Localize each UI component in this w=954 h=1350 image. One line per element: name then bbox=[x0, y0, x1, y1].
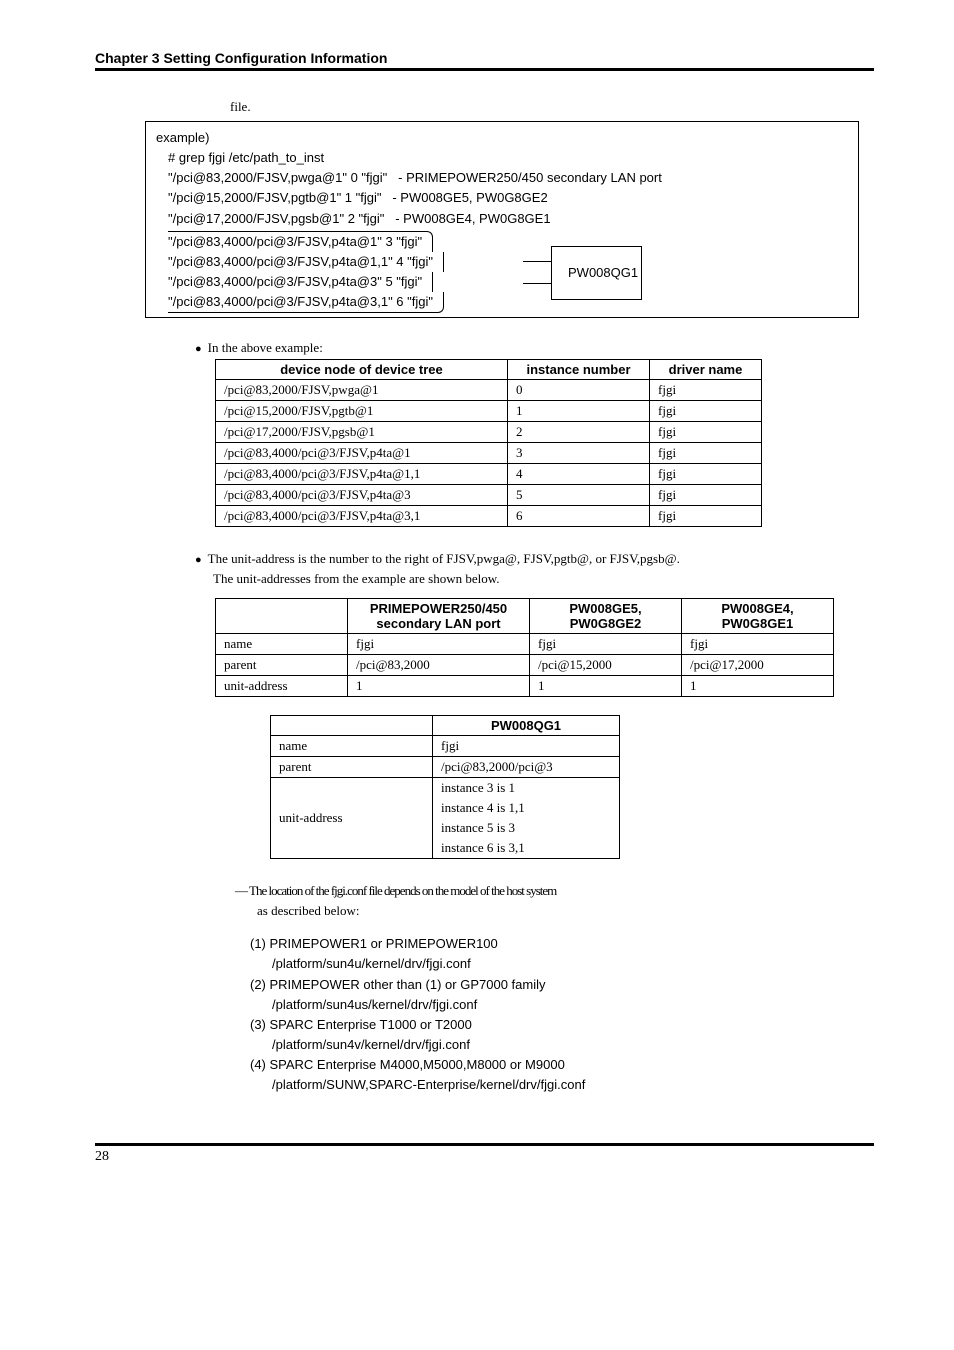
conf-item: (3) SPARC Enterprise T1000 or T2000 bbox=[250, 1015, 874, 1035]
cell: parent bbox=[271, 757, 433, 778]
connector-line bbox=[523, 261, 551, 262]
cell: 6 bbox=[508, 506, 650, 527]
cell: unit-address bbox=[216, 676, 348, 697]
col-header: PW008GE5, PW0G8GE2 bbox=[530, 599, 682, 634]
cell: fjgi bbox=[650, 485, 762, 506]
conf-path: /platform/sun4v/kernel/drv/fjgi.conf bbox=[272, 1035, 874, 1055]
cell: parent bbox=[216, 655, 348, 676]
bracket-row: "/pci@83,4000/pci@3/FJSV,p4ta@1,1" 4 "fj… bbox=[168, 254, 433, 269]
bracket-label: PW008QG1 bbox=[568, 263, 638, 283]
example-box: example) # grep fjgi /etc/path_to_inst "… bbox=[145, 121, 859, 318]
example-title: example) bbox=[156, 128, 848, 148]
feature-table-1: PRIMEPOWER250/450 secondary LAN port PW0… bbox=[215, 598, 834, 697]
device-tree-table: device node of device tree instance numb… bbox=[215, 359, 762, 527]
feature-table-2: PW008QG1 namefjgi parent/pci@83,2000/pci… bbox=[270, 715, 620, 859]
cell: fjgi bbox=[530, 634, 682, 655]
cell: /pci@83,2000/FJSV,pwga@1 bbox=[216, 380, 508, 401]
cell: unit-address bbox=[271, 778, 433, 859]
cell: name bbox=[216, 634, 348, 655]
chapter-title: Chapter 3 Setting Configuration Informat… bbox=[95, 50, 874, 66]
path-row: "/pci@17,2000/FJSV,pgsb@1" 2 "fjgi" - PW… bbox=[168, 209, 848, 229]
cell: instance 3 is 1 bbox=[433, 778, 620, 799]
col-header-blank bbox=[271, 716, 433, 736]
col-header: instance number bbox=[508, 360, 650, 380]
cell: fjgi bbox=[650, 464, 762, 485]
cell: instance 5 is 3 bbox=[433, 818, 620, 838]
cell: 5 bbox=[508, 485, 650, 506]
unit-address-paragraph: ●The unit-address is the number to the r… bbox=[195, 549, 844, 588]
cell: /pci@15,2000 bbox=[530, 655, 682, 676]
col-header: PW008QG1 bbox=[433, 716, 620, 736]
header-rule bbox=[95, 68, 874, 71]
cell: /pci@17,2000 bbox=[682, 655, 834, 676]
cell: 2 bbox=[508, 422, 650, 443]
cell: name bbox=[271, 736, 433, 757]
cell: fjgi bbox=[650, 380, 762, 401]
cell: 4 bbox=[508, 464, 650, 485]
cell: fjgi bbox=[650, 443, 762, 464]
cell: fjgi bbox=[650, 401, 762, 422]
bracket-row: "/pci@83,4000/pci@3/FJSV,p4ta@3" 5 "fjgi… bbox=[168, 274, 422, 289]
cell: /pci@83,4000/pci@3/FJSV,p4ta@1 bbox=[216, 443, 508, 464]
page-footer: 28 bbox=[95, 1143, 874, 1165]
conf-item: (1) PRIMEPOWER1 or PRIMEPOWER100 bbox=[250, 934, 874, 954]
cell: /pci@83,4000/pci@3/FJSV,p4ta@1,1 bbox=[216, 464, 508, 485]
conf-path: /platform/sun4u/kernel/drv/fjgi.conf bbox=[272, 954, 874, 974]
cell: 1 bbox=[682, 676, 834, 697]
cell: /pci@17,2000/FJSV,pgsb@1 bbox=[216, 422, 508, 443]
col-header: driver name bbox=[650, 360, 762, 380]
path-row: "/pci@83,2000/FJSV,pwga@1" 0 "fjgi" - PR… bbox=[168, 168, 848, 188]
cell: fjgi bbox=[650, 506, 762, 527]
cell: 1 bbox=[348, 676, 530, 697]
cell: fjgi bbox=[433, 736, 620, 757]
col-header-blank bbox=[216, 599, 348, 634]
col-header: PRIMEPOWER250/450 secondary LAN port bbox=[348, 599, 530, 634]
cell: instance 4 is 1,1 bbox=[433, 798, 620, 818]
cell: fjgi bbox=[682, 634, 834, 655]
cell: 1 bbox=[508, 401, 650, 422]
path-row: "/pci@15,2000/FJSV,pgtb@1" 1 "fjgi" - PW… bbox=[168, 188, 848, 208]
bracket-row: "/pci@83,4000/pci@3/FJSV,p4ta@1" 3 "fjgi… bbox=[168, 234, 422, 249]
cell: instance 6 is 3,1 bbox=[433, 838, 620, 859]
location-note: ― The location of the fjgi.conf file dep… bbox=[235, 881, 814, 920]
bracket-row: "/pci@83,4000/pci@3/FJSV,p4ta@3,1" 6 "fj… bbox=[168, 294, 433, 309]
col-header: device node of device tree bbox=[216, 360, 508, 380]
conf-path: /platform/SUNW,SPARC-Enterprise/kernel/d… bbox=[272, 1075, 874, 1095]
conf-list: (1) PRIMEPOWER1 or PRIMEPOWER100 /platfo… bbox=[250, 934, 874, 1095]
cell: fjgi bbox=[650, 422, 762, 443]
conf-item: (4) SPARC Enterprise M4000,M5000,M8000 o… bbox=[250, 1055, 874, 1075]
cell: /pci@83,4000/pci@3/FJSV,p4ta@3,1 bbox=[216, 506, 508, 527]
conf-path: /platform/sun4us/kernel/drv/fjgi.conf bbox=[272, 995, 874, 1015]
cell: 3 bbox=[508, 443, 650, 464]
connector-line bbox=[523, 283, 551, 284]
cell: 1 bbox=[530, 676, 682, 697]
cell: /pci@83,2000/pci@3 bbox=[433, 757, 620, 778]
col-header: PW008GE4, PW0G8GE1 bbox=[682, 599, 834, 634]
cell: /pci@83,4000/pci@3/FJSV,p4ta@3 bbox=[216, 485, 508, 506]
cell: /pci@15,2000/FJSV,pgtb@1 bbox=[216, 401, 508, 422]
cell: /pci@83,2000 bbox=[348, 655, 530, 676]
cell: fjgi bbox=[348, 634, 530, 655]
above-example-label: ●In the above example: bbox=[195, 340, 874, 356]
file-caption: file. bbox=[230, 99, 874, 115]
cell: 0 bbox=[508, 380, 650, 401]
grep-command: # grep fjgi /etc/path_to_inst bbox=[168, 148, 848, 168]
conf-item: (2) PRIMEPOWER other than (1) or GP7000 … bbox=[250, 975, 874, 995]
page-number: 28 bbox=[95, 1149, 109, 1164]
